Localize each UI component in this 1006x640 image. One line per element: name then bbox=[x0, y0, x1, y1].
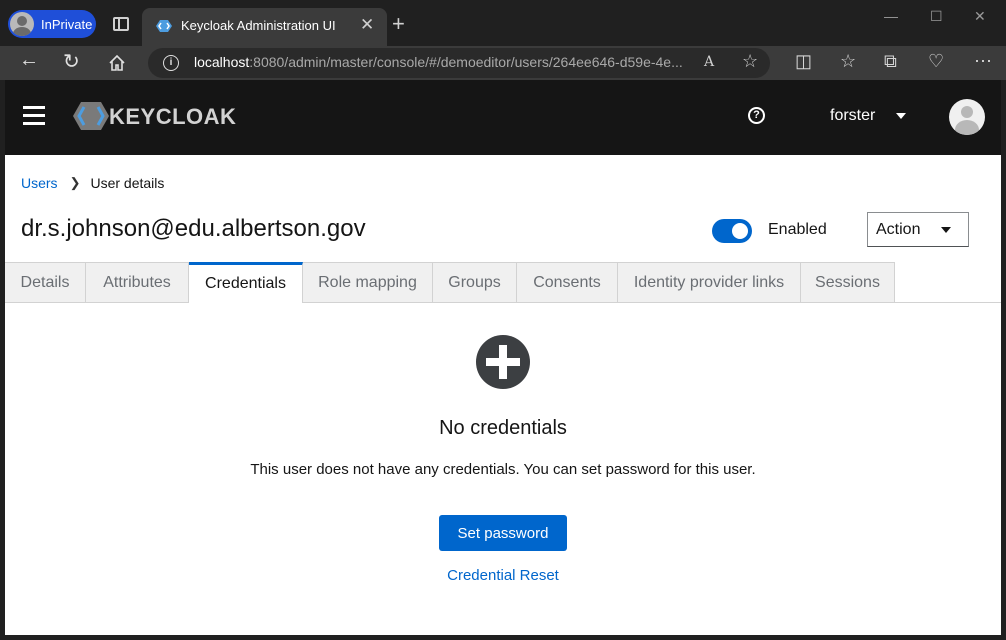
plus-circle-icon bbox=[476, 335, 530, 389]
chevron-right-icon: ❯ bbox=[69, 175, 81, 190]
user-menu-caret-icon[interactable] bbox=[896, 113, 906, 119]
home-icon[interactable] bbox=[108, 54, 126, 72]
empty-state-title: No credentials bbox=[439, 417, 567, 439]
more-options-icon[interactable]: ⋯ bbox=[974, 51, 992, 72]
back-icon[interactable]: ← bbox=[19, 49, 39, 72]
action-dropdown[interactable]: Action bbox=[867, 212, 969, 247]
help-icon[interactable]: ? bbox=[748, 107, 765, 124]
tab-groups[interactable]: Groups bbox=[433, 262, 517, 302]
window-close-icon[interactable]: ✕ bbox=[974, 8, 986, 25]
credential-reset-link[interactable]: Credential Reset bbox=[5, 567, 1001, 584]
action-dropdown-label: Action bbox=[876, 221, 921, 238]
close-tab-icon[interactable]: ✕ bbox=[360, 15, 374, 35]
refresh-icon[interactable]: ↻ bbox=[63, 49, 80, 74]
user-menu-name[interactable]: forster bbox=[830, 107, 875, 125]
avatar[interactable] bbox=[949, 99, 985, 135]
enabled-label: Enabled bbox=[768, 221, 827, 238]
inprivate-badge[interactable]: InPrivate bbox=[8, 10, 96, 38]
address-bar[interactable]: i localhost:8080/admin/master/console/#/… bbox=[148, 48, 770, 78]
favorites-icon[interactable]: ☆ bbox=[840, 51, 856, 72]
split-screen-icon[interactable]: ◫ bbox=[795, 51, 812, 72]
hamburger-menu-icon[interactable] bbox=[23, 106, 45, 126]
browser-toolbar: ← ↻ i localhost:8080/admin/master/consol… bbox=[0, 46, 1006, 80]
new-tab-icon[interactable]: + bbox=[392, 11, 405, 37]
tab-sessions[interactable]: Sessions bbox=[801, 262, 895, 302]
url-text: localhost:8080/admin/master/console/#/de… bbox=[194, 54, 683, 70]
breadcrumb: Users ❯ User details bbox=[21, 175, 164, 191]
tab-role-mapping[interactable]: Role mapping bbox=[303, 262, 433, 302]
page-title: dr.s.johnson@edu.albertson.gov bbox=[21, 215, 366, 242]
maximize-icon[interactable]: ☐ bbox=[930, 8, 943, 25]
tab-details[interactable]: Details bbox=[5, 262, 86, 302]
inprivate-label: InPrivate bbox=[41, 16, 93, 32]
enabled-toggle[interactable] bbox=[712, 219, 752, 243]
collections-icon[interactable]: ⧉ bbox=[884, 51, 897, 72]
tab-identity-provider-links[interactable]: Identity provider links bbox=[618, 262, 801, 302]
keycloak-favicon-icon bbox=[156, 20, 172, 32]
tab-actions-icon[interactable] bbox=[113, 17, 129, 31]
favorite-star-icon[interactable]: ☆ bbox=[742, 51, 758, 72]
minimize-icon[interactable]: — bbox=[884, 8, 898, 24]
tab-attributes[interactable]: Attributes bbox=[86, 262, 189, 302]
breadcrumb-users-link[interactable]: Users bbox=[21, 175, 58, 191]
logo-text: KEYCLOAK bbox=[109, 104, 237, 129]
page-content: Users ❯ User details dr.s.johnson@edu.al… bbox=[5, 155, 1001, 635]
browser-tab[interactable]: Keycloak Administration UI ✕ bbox=[142, 8, 387, 46]
app-header: KEYCLOAK ? forster bbox=[5, 80, 1001, 155]
tab-credentials[interactable]: Credentials bbox=[189, 262, 303, 303]
empty-state-body: This user does not have any credentials.… bbox=[250, 461, 756, 478]
browser-tab-title: Keycloak Administration UI bbox=[181, 18, 336, 33]
tab-consents[interactable]: Consents bbox=[517, 262, 618, 302]
browser-titlebar: InPrivate Keycloak Administration UI ✕ +… bbox=[0, 0, 1006, 46]
caret-down-icon bbox=[941, 227, 951, 233]
profile-avatar-icon bbox=[10, 12, 34, 36]
set-password-button[interactable]: Set password bbox=[439, 515, 567, 551]
site-info-icon[interactable]: i bbox=[163, 55, 179, 71]
keycloak-logo-icon bbox=[73, 102, 109, 130]
browser-essentials-icon[interactable]: ♡ bbox=[928, 51, 944, 72]
read-aloud-icon[interactable]: A bbox=[704, 54, 714, 70]
breadcrumb-current: User details bbox=[90, 175, 165, 191]
user-tabs: Details Attributes Credentials Role mapp… bbox=[5, 262, 1001, 303]
